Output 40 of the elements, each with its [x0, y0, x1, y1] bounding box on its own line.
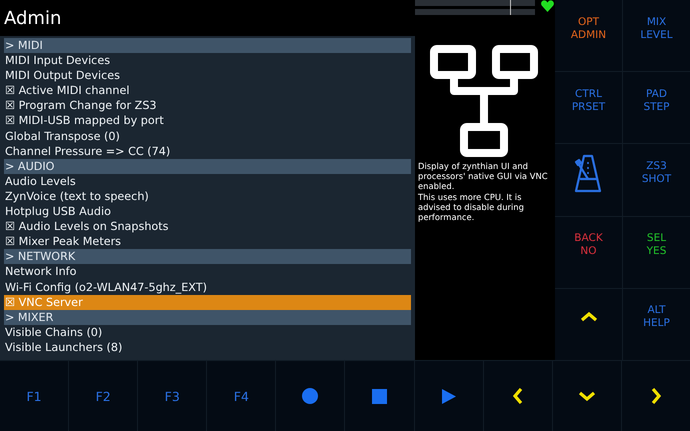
menu-item[interactable]: ☒ Mixer Peak Meters: [4, 234, 411, 250]
pad-button[interactable]: CTRL PRSET: [555, 72, 622, 144]
menu-item[interactable]: ZynVoice (text to speech): [4, 188, 411, 204]
pad-button[interactable]: BACK NO: [555, 216, 622, 288]
pad-button[interactable]: PAD STEP: [623, 72, 690, 144]
heart-icon: [541, 0, 554, 12]
section-header[interactable]: > NETWORK: [4, 249, 411, 264]
tree-diagram-icon: [430, 45, 540, 157]
screen-title: Admin: [0, 0, 415, 36]
info-text: Display of zynthian UI and processors' native GUI via VNC enabled. This uses more CPU. It is advised to disable during performance.: [417, 160, 549, 222]
section-header[interactable]: > AUDIO: [4, 158, 411, 174]
menu-item[interactable]: Visible Chains (0): [4, 324, 411, 340]
menu-item[interactable]: ☒ Audio Levels on Snapshots: [4, 219, 411, 234]
menu-item[interactable]: MIDI Input Devices: [4, 53, 411, 68]
menu-item[interactable]: ☒ Active MIDI channel: [4, 83, 411, 98]
menu-item[interactable]: Wi-Fi Config (o2-WLAN47-5ghz_EXT): [4, 280, 411, 295]
pad-button[interactable]: [345, 361, 414, 431]
menu-item[interactable]: ☒ MIDI-USB mapped by port: [4, 113, 411, 129]
menu-item[interactable]: Global Transpose (0): [4, 128, 411, 144]
pad-button[interactable]: SEL YES: [623, 216, 690, 288]
menu-item[interactable]: ☒ Program Change for ZS3: [4, 98, 411, 114]
menu-item[interactable]: Hotplug USB Audio: [4, 204, 411, 220]
pad-button[interactable]: [276, 361, 344, 431]
pad-button[interactable]: [414, 361, 483, 431]
pad-button[interactable]: MIX LEVEL: [623, 0, 690, 72]
menu-item[interactable]: Channel Pressure => CC (74): [4, 144, 411, 159]
menu-item[interactable]: Network Info: [4, 264, 411, 280]
pad-button[interactable]: [555, 144, 622, 216]
pad-button[interactable]: F3: [138, 361, 206, 431]
section-header[interactable]: > MIXER: [4, 310, 411, 325]
pad-button[interactable]: OPT ADMIN: [555, 0, 622, 72]
menu-item[interactable]: Audio Levels: [4, 174, 411, 189]
menu-item[interactable]: MIDI Output Devices: [4, 68, 411, 84]
pad-button[interactable]: F2: [69, 361, 138, 431]
pad-button[interactable]: ALT HELP: [623, 288, 690, 360]
menu-item[interactable]: Visible Launchers (8): [4, 340, 411, 355]
pad-button[interactable]: ZS3 SHOT: [623, 144, 690, 216]
pad-button[interactable]: F1: [0, 361, 68, 431]
section-header[interactable]: > MIDI: [4, 38, 411, 54]
pad-button[interactable]: F4: [207, 361, 276, 431]
